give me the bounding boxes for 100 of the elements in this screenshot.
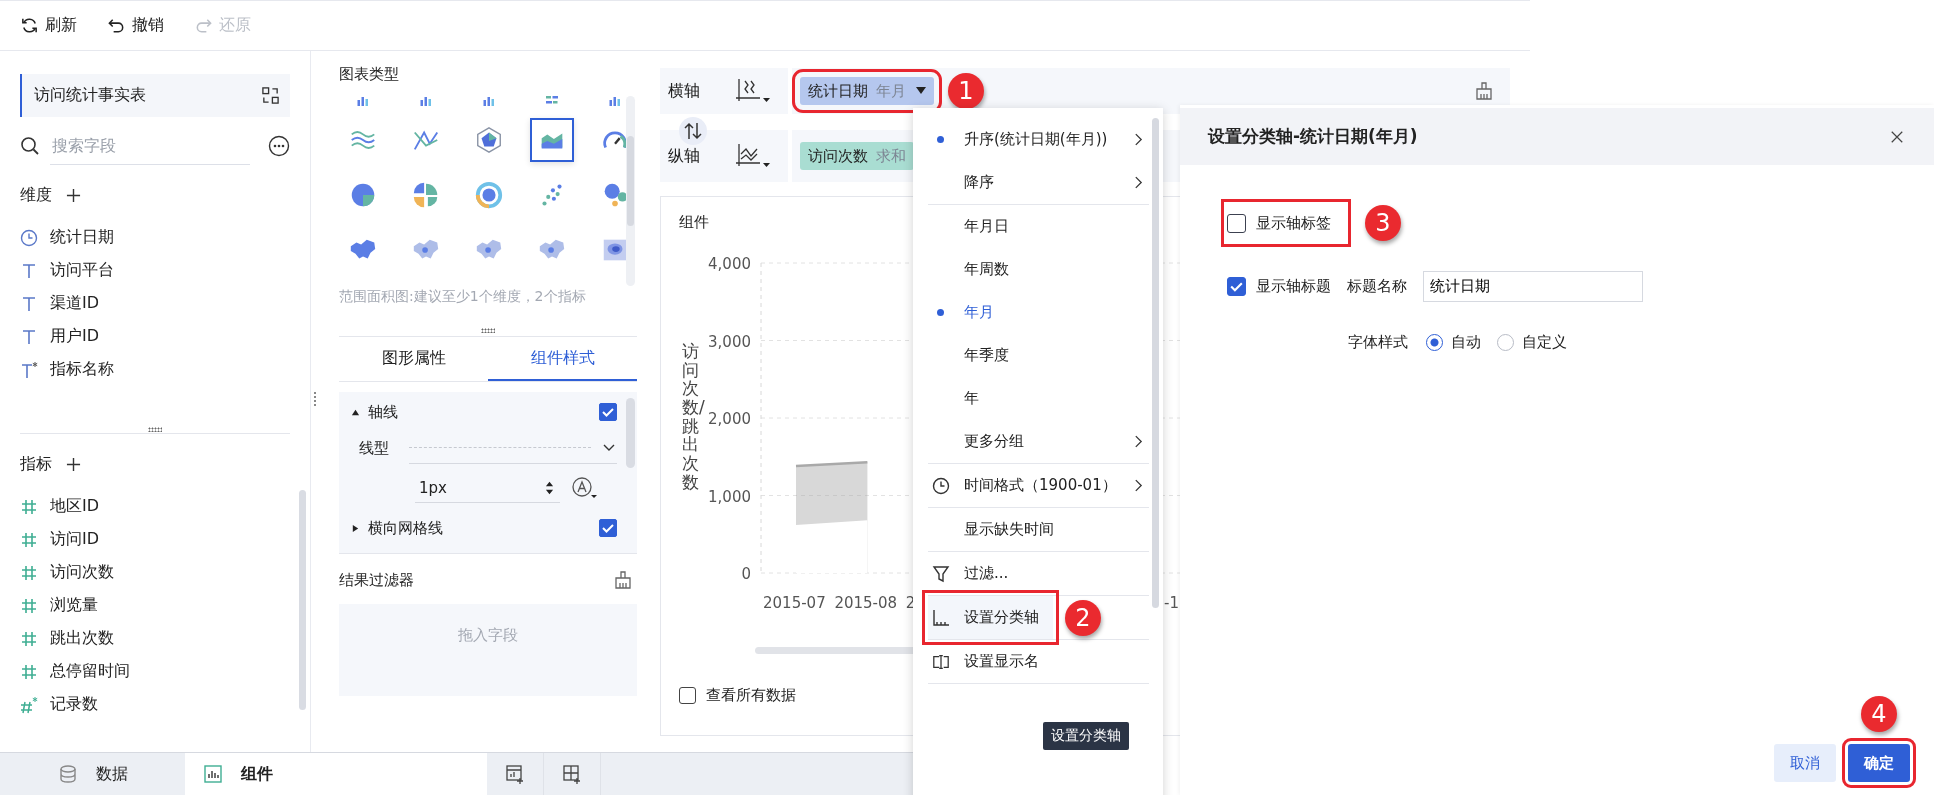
- radio-label: 自动: [1451, 333, 1481, 352]
- broom-icon[interactable]: [1474, 81, 1494, 101]
- tick-label: 2015-08: [834, 594, 898, 612]
- field-item[interactable]: 访问ID: [50, 529, 100, 550]
- menu-item[interactable]: 升序(统计日期(年月)): [913, 118, 1149, 161]
- field-label: 标题名称: [1347, 276, 1407, 296]
- add-icon[interactable]: [66, 456, 81, 472]
- number-type-icon: [20, 563, 38, 582]
- menu-item[interactable]: 年周数: [913, 248, 1149, 291]
- tick-label: -1: [1164, 594, 1179, 612]
- menu-item[interactable]: 年季度: [913, 334, 1149, 377]
- line-width-stepper[interactable]: 1px: [415, 473, 560, 503]
- broom-icon[interactable]: [613, 570, 633, 590]
- menu-item[interactable]: 设置显示名: [913, 640, 1149, 683]
- tick-label: 2015-07: [763, 594, 826, 612]
- field-item[interactable]: 用户ID: [50, 326, 100, 347]
- tab[interactable]: 图形属性: [339, 337, 488, 381]
- database-icon: [57, 764, 78, 784]
- field-item[interactable]: 访问平台: [50, 260, 114, 281]
- close-icon[interactable]: [1890, 129, 1904, 144]
- number-type-icon: [20, 596, 38, 615]
- font-color-icon[interactable]: [570, 476, 598, 500]
- field-item[interactable]: 指标名称: [50, 359, 114, 380]
- add-widget-icon[interactable]: [562, 764, 582, 784]
- step-badge: 1: [948, 73, 984, 109]
- toolbar-button[interactable]: 刷新: [18, 11, 79, 40]
- switch-icon[interactable]: [261, 86, 280, 105]
- text-type-icon: [20, 261, 38, 280]
- checkbox[interactable]: [1227, 213, 1246, 233]
- search-field[interactable]: 搜索字段: [50, 127, 250, 165]
- field-item[interactable]: 跳出次数: [50, 628, 114, 649]
- menu-item[interactable]: 降序: [913, 161, 1149, 204]
- clock-icon: [20, 228, 38, 247]
- field-pill[interactable]: 访问次数 求和: [800, 142, 914, 170]
- collapse-icon[interactable]: [351, 407, 360, 417]
- text-type-icon: [20, 294, 38, 313]
- field-item[interactable]: 渠道ID: [50, 293, 100, 314]
- section-title: 结果过滤器: [339, 570, 415, 590]
- number-type-icon: [20, 662, 38, 681]
- field-item[interactable]: 浏览量: [50, 595, 98, 616]
- toolbar-button[interactable]: 撤销: [105, 11, 166, 40]
- text-type-icon: [20, 327, 38, 346]
- swap-icon[interactable]: [678, 116, 708, 146]
- radio-button[interactable]: [1426, 334, 1443, 351]
- line-chart-icon[interactable]: [734, 142, 772, 170]
- radar-chart-icon: [474, 125, 504, 155]
- scrollbar[interactable]: [626, 96, 635, 286]
- field-item[interactable]: 地区ID: [50, 496, 100, 517]
- menu-item[interactable]: 年月: [913, 291, 1149, 334]
- field-item[interactable]: 记录数: [50, 694, 98, 715]
- caret-icon[interactable]: [916, 87, 926, 95]
- axis-scale-icon[interactable]: [734, 77, 772, 105]
- field-item[interactable]: 访问次数: [50, 562, 114, 583]
- tick-label: 1,000: [708, 487, 751, 506]
- hint-text: 范围面积图:建议至少1个维度，2个指标: [339, 288, 587, 306]
- chart-type-option[interactable]: [530, 118, 574, 162]
- scrollbar[interactable]: [299, 490, 306, 710]
- add-chart-icon[interactable]: [505, 764, 525, 784]
- filter-icon: [932, 565, 950, 583]
- step-badge: 3: [1365, 205, 1401, 241]
- number-type-icon: [20, 497, 38, 516]
- checkbox[interactable]: [599, 403, 617, 421]
- checkbox-label: 显示轴标题: [1256, 276, 1331, 296]
- bar-chart-icon: [203, 764, 223, 784]
- radio-label: 自定义: [1522, 333, 1567, 352]
- cancel-button[interactable]: 取消: [1774, 744, 1836, 782]
- title-name-field[interactable]: 统计日期: [1423, 270, 1643, 302]
- axis-label: 横轴: [667, 80, 701, 102]
- step-badge: 2: [1065, 599, 1101, 636]
- dialog-title: 设置分类轴-统计日期(年月): [1208, 125, 1418, 148]
- field-item[interactable]: 统计日期: [50, 227, 114, 248]
- menu-item[interactable]: 过滤...: [913, 552, 1149, 595]
- menu-item[interactable]: 更多分组: [913, 420, 1149, 463]
- field-item[interactable]: 总停留时间: [50, 661, 130, 682]
- expand-icon[interactable]: [351, 523, 360, 533]
- tab[interactable]: 组件: [185, 753, 487, 795]
- section-title: 轴线: [368, 402, 399, 422]
- scrollbar[interactable]: [1152, 118, 1159, 608]
- clock-icon: [932, 477, 950, 495]
- add-icon[interactable]: [66, 187, 81, 203]
- checkbox[interactable]: [1227, 276, 1246, 296]
- tab[interactable]: 组件样式: [488, 337, 637, 381]
- section-title: 维度: [20, 184, 52, 206]
- tick-label: 0: [741, 565, 751, 583]
- checkbox[interactable]: [679, 687, 696, 704]
- scrollbar[interactable]: [626, 398, 635, 468]
- checkbox-label: 显示轴标签: [1256, 213, 1331, 233]
- axis-icon: [932, 609, 950, 627]
- tick-label: 3,000: [708, 332, 751, 351]
- checkbox[interactable]: [599, 519, 617, 537]
- step-badge: 4: [1861, 696, 1897, 732]
- menu-item[interactable]: 时间格式（1900-01）: [913, 464, 1149, 507]
- more-icon[interactable]: [268, 135, 290, 157]
- menu-item[interactable]: 年: [913, 377, 1149, 420]
- menu-item[interactable]: 显示缺失时间: [913, 508, 1149, 551]
- field-label: 字体样式: [1348, 333, 1408, 352]
- search-icon: [20, 136, 40, 156]
- table-selector[interactable]: 访问统计事实表: [20, 74, 290, 117]
- menu-item[interactable]: 年月日: [913, 205, 1149, 248]
- number-type-icon: [20, 629, 38, 648]
